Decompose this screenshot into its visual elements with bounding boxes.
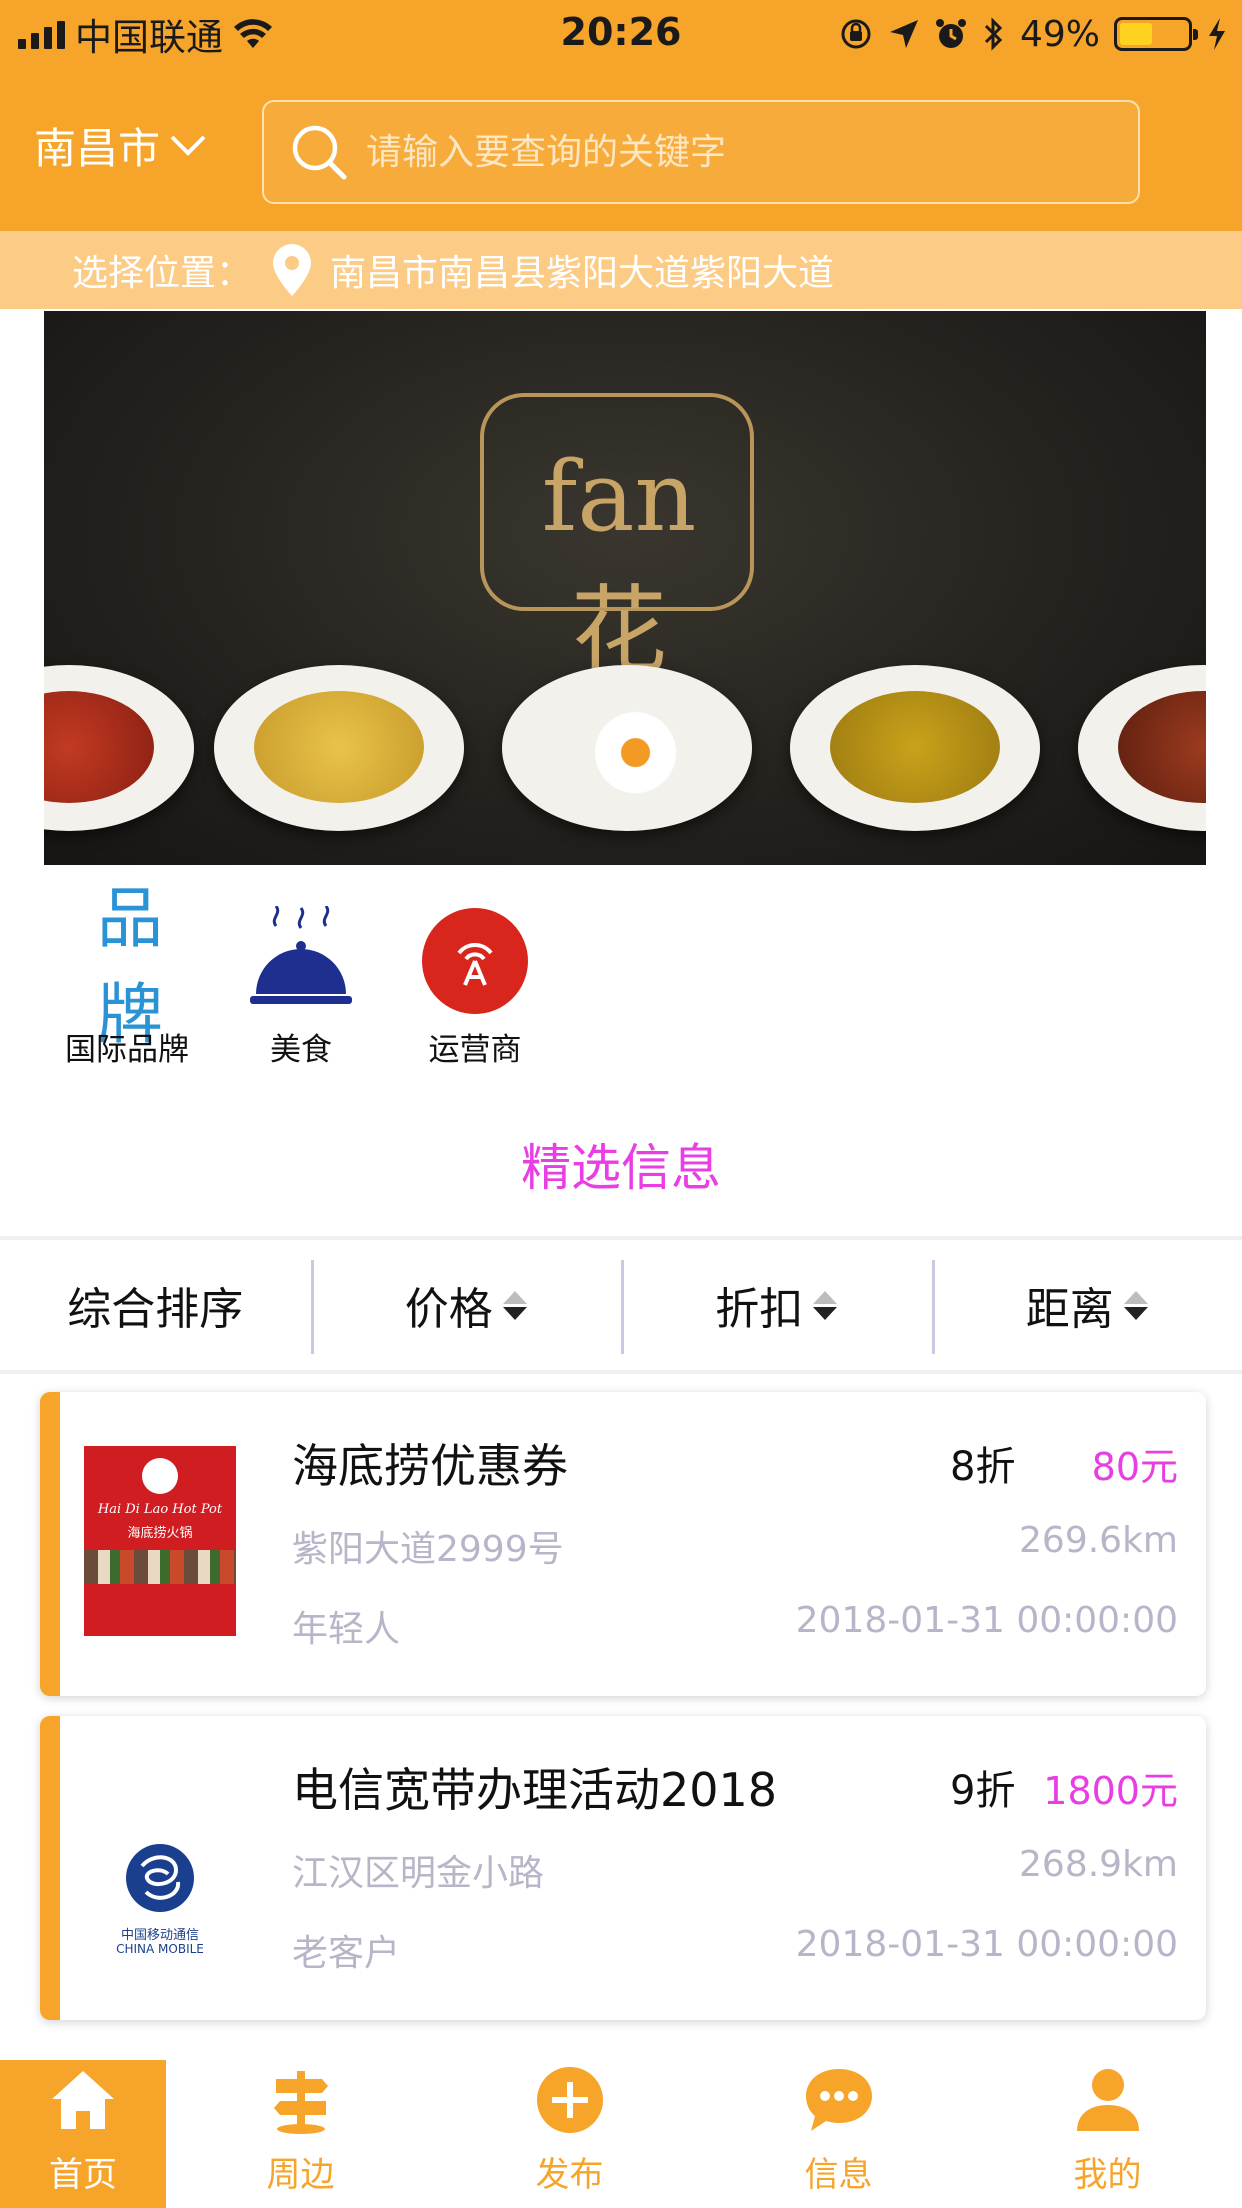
- restaurant-logo: fan 花: [541, 441, 697, 687]
- listing-card[interactable]: 中国移动通信 CHINA MOBILE 电信宽带办理活动2018 9折 1800…: [40, 1716, 1206, 2020]
- user-icon: [1071, 2063, 1145, 2137]
- sort-arrows-icon: [813, 1290, 838, 1320]
- bluetooth-icon: [984, 17, 1003, 51]
- listing-date: 2018-01-31 00:00:00: [795, 1600, 1178, 1641]
- battery-percent: 49%: [1019, 13, 1100, 55]
- listing-title: 电信宽带办理活动2018: [292, 1763, 778, 1817]
- rotation-lock-icon: [841, 19, 871, 49]
- category-label: 美食: [270, 1032, 332, 1068]
- listing-address: 江汉区明金小路: [292, 1853, 545, 1894]
- tab-label: 周边: [266, 2155, 335, 2195]
- food-plate-image: [44, 665, 194, 831]
- food-plate-image: [1078, 665, 1206, 831]
- tab-nearby[interactable]: 周边: [166, 2060, 435, 2208]
- section-title: 精选信息: [521, 1139, 721, 1197]
- status-bar: 中国联通 20:26 49%: [0, 0, 1242, 68]
- tab-home[interactable]: 首页: [0, 2060, 166, 2208]
- category-operator[interactable]: 运营商: [400, 906, 550, 1069]
- location-arrow-icon: [889, 20, 918, 48]
- chat-bubble-icon: [802, 2063, 876, 2137]
- food-photo-strip: [84, 1550, 236, 1584]
- tab-profile[interactable]: 我的: [973, 2060, 1242, 2208]
- category-international-brands[interactable]: 品牌 国际品牌: [52, 880, 202, 1069]
- app-header: 南昌市: [0, 68, 1242, 231]
- listing-date: 2018-01-31 00:00:00: [795, 1924, 1178, 1965]
- operator-signal-icon: [420, 906, 530, 1016]
- thumbnail-brand: Hai Di Lao Hot Pot: [97, 1502, 223, 1517]
- signpost-icon: [264, 2063, 338, 2137]
- listing-distance: 268.9km: [1019, 1844, 1178, 1885]
- sort-distance[interactable]: 距离: [931, 1240, 1242, 1370]
- category-label: 国际品牌: [65, 1032, 189, 1068]
- food-cloche-icon: [246, 906, 356, 1016]
- location-bar[interactable]: 选择位置： 南昌市南昌县紫阳大道紫阳大道: [0, 231, 1242, 309]
- home-icon: [46, 2063, 120, 2137]
- tab-messages[interactable]: 信息: [704, 2060, 973, 2208]
- listing-audience: 年轻人: [292, 1609, 401, 1650]
- city-name: 南昌市: [34, 123, 161, 173]
- battery-icon: [1114, 17, 1198, 51]
- status-right: 49%: [838, 12, 1228, 56]
- card-accent: [40, 1392, 60, 1696]
- search-box[interactable]: [262, 100, 1140, 204]
- listing-title: 海底捞优惠券: [292, 1439, 568, 1493]
- sort-label: 距离: [1025, 1284, 1114, 1335]
- food-plate-image: [790, 665, 1040, 831]
- listing-price: 1800元: [1043, 1769, 1178, 1813]
- sort-bar: 综合排序 价格 折扣 距离: [0, 1236, 1242, 1374]
- location-address: 南昌市南昌县紫阳大道紫阳大道: [330, 253, 835, 294]
- plus-circle-icon: [533, 2063, 607, 2137]
- sort-label: 折扣: [715, 1284, 804, 1335]
- haidilao-thumbnail: Hai Di Lao Hot Pot 海底捞火锅: [84, 1446, 236, 1636]
- thumbnail-brand-cn: 海底捞火锅: [127, 1526, 193, 1541]
- card-accent: [40, 1716, 60, 2020]
- food-plate-image: [214, 665, 464, 831]
- promo-banner[interactable]: fan 花: [44, 311, 1206, 865]
- haidilao-logo-icon: [142, 1458, 178, 1494]
- location-label: 选择位置：: [72, 253, 253, 294]
- sort-comprehensive[interactable]: 综合排序: [0, 1240, 311, 1370]
- tab-label: 我的: [1073, 2155, 1142, 2195]
- sort-label: 综合排序: [67, 1284, 244, 1335]
- listing-discount: 8折: [950, 1444, 1016, 1490]
- sort-label: 价格: [404, 1284, 493, 1335]
- category-food[interactable]: 美食: [226, 906, 376, 1069]
- listing-distance: 269.6km: [1019, 1520, 1178, 1561]
- listing-discount: 9折: [950, 1768, 1016, 1814]
- tab-label: 信息: [804, 2155, 873, 2195]
- sort-discount[interactable]: 折扣: [621, 1240, 932, 1370]
- sort-arrows-icon: [1123, 1290, 1148, 1320]
- tab-label: 发布: [535, 2155, 604, 2195]
- thumbnail-brand: CHINA MOBILE: [116, 1942, 204, 1956]
- search-input[interactable]: [366, 117, 1106, 187]
- listing-audience: 老客户: [292, 1933, 401, 1974]
- category-label: 运营商: [428, 1032, 522, 1068]
- china-mobile-logo-icon: [126, 1844, 194, 1912]
- battery-fill: [1120, 23, 1153, 45]
- alarm-icon: [935, 19, 966, 48]
- china-mobile-thumbnail: 中国移动通信 CHINA MOBILE: [84, 1770, 236, 1960]
- map-pin-icon: [273, 244, 312, 296]
- sort-arrows-icon: [502, 1290, 527, 1320]
- listing-price: 80元: [1091, 1445, 1178, 1489]
- listing-card[interactable]: Hai Di Lao Hot Pot 海底捞火锅 海底捞优惠券 8折 80元 紫…: [40, 1392, 1206, 1696]
- food-plate-image: [502, 665, 752, 831]
- bottom-tab-bar: 首页 周边 发布 信息 我的: [0, 2060, 1242, 2208]
- city-selector[interactable]: 南昌市: [34, 120, 208, 173]
- chevron-down-icon: [170, 135, 206, 156]
- search-icon: [292, 125, 347, 180]
- listing-address: 紫阳大道2999号: [292, 1529, 564, 1570]
- sort-price[interactable]: 价格: [310, 1240, 622, 1370]
- tab-publish[interactable]: 发布: [435, 2060, 704, 2208]
- tab-label: 首页: [49, 2155, 117, 2195]
- charging-bolt-icon: [1209, 18, 1225, 50]
- thumbnail-brand-cn: 中国移动通信: [120, 1928, 199, 1943]
- brand-icon: 品牌: [72, 880, 182, 1053]
